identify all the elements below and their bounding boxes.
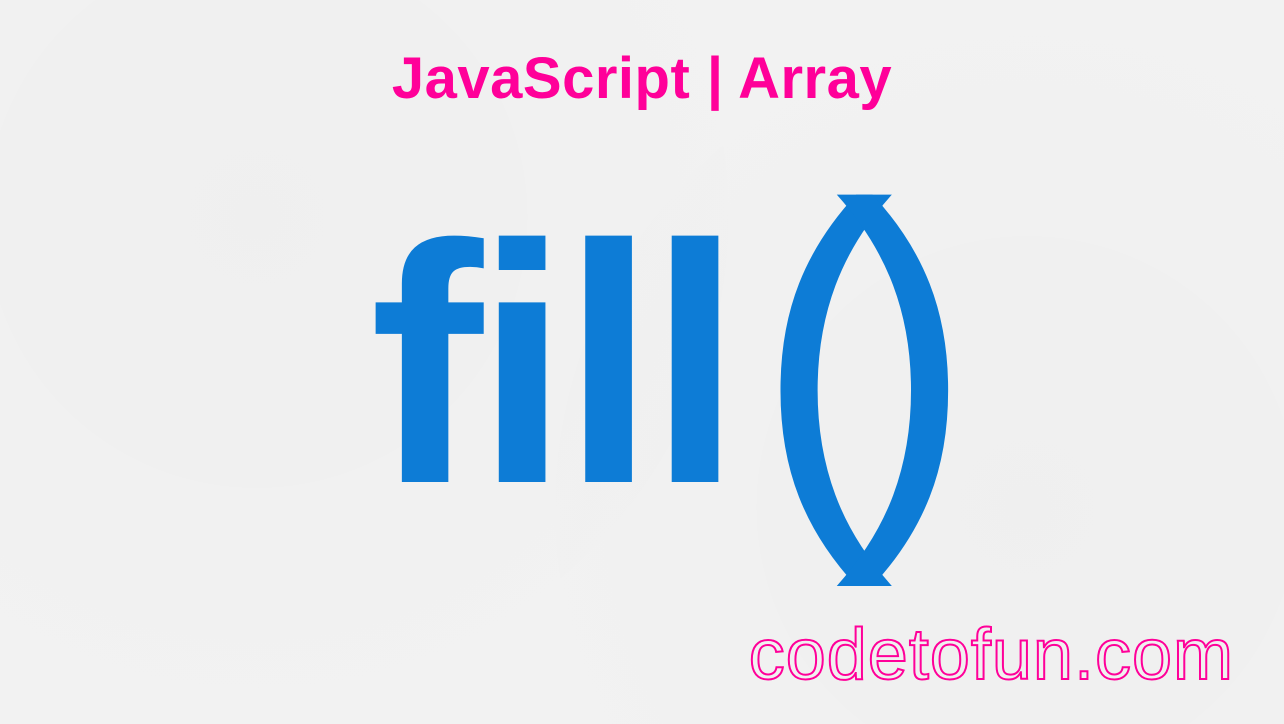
site-watermark: codetofun.com: [749, 614, 1234, 696]
page-heading: JavaScript | Array: [392, 45, 892, 112]
main-method-name: fill (): [370, 155, 914, 575]
method-parentheses: (): [754, 145, 914, 565]
method-word: fill: [370, 195, 735, 535]
